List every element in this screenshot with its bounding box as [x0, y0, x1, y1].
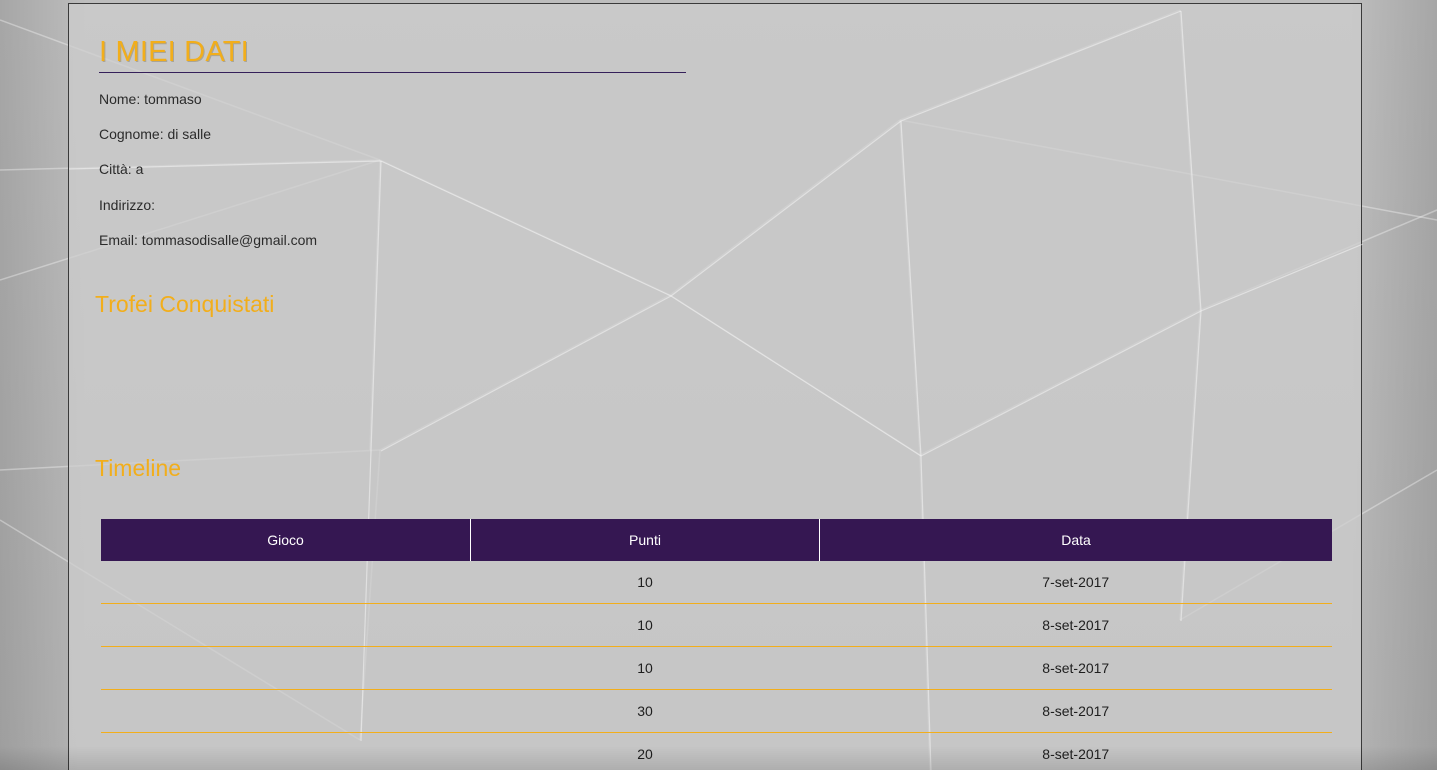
email-field: Email: tommasodisalle@gmail.com: [99, 232, 318, 248]
nome-field: Nome: tommaso: [99, 91, 202, 107]
cognome-field: Cognome: di salle: [99, 126, 212, 142]
cell-gioco: [101, 603, 471, 647]
indirizzo-field: Indirizzo:: [99, 197, 156, 213]
cell-punti: 30: [470, 689, 820, 733]
cell-gioco: [101, 689, 471, 733]
cell-data: 8-set-2017: [1042, 746, 1110, 762]
table-row: 10 7-set-2017: [101, 561, 1332, 604]
profile-panel: I MIEI DATI Nome: tommaso Cognome: di sa…: [68, 3, 1363, 770]
timeline-title: Timeline: [95, 455, 182, 481]
cell-punti: 20: [637, 746, 653, 762]
page-title: I MIEI DATI: [99, 34, 686, 73]
column-header-punti: Punti: [470, 519, 820, 561]
cell-gioco: [101, 561, 471, 604]
cell-data: 8-set-2017: [819, 603, 1332, 647]
panel-content: I MIEI DATI Nome: tommaso Cognome: di sa…: [69, 4, 1361, 770]
cell-punti: 10: [470, 561, 820, 604]
trofei-title: Trofei Conquistati: [95, 291, 275, 317]
table-row: 20 8-set-2017: [101, 733, 1332, 770]
cell-gioco: [101, 733, 471, 770]
cell-data: 8-set-2017: [819, 646, 1332, 690]
cell-punti: 10: [470, 646, 820, 690]
table-row: 30 8-set-2017: [101, 689, 1332, 733]
cell-punti: 10: [470, 603, 820, 647]
citta-field: Città: a: [99, 161, 144, 177]
cell-gioco: [101, 646, 471, 690]
table-row: 10 8-set-2017: [101, 603, 1332, 647]
table-header-row: Gioco Punti Data: [101, 519, 1332, 561]
table-row: 10 8-set-2017: [101, 646, 1332, 690]
column-header-gioco: Gioco: [101, 519, 471, 561]
cell-data: 8-set-2017: [819, 689, 1332, 733]
timeline-table: Gioco Punti Data 10 7-set-2017 10 8-set-…: [101, 519, 1332, 770]
cell-data: 7-set-2017: [819, 561, 1332, 604]
column-header-data: Data: [819, 519, 1332, 561]
